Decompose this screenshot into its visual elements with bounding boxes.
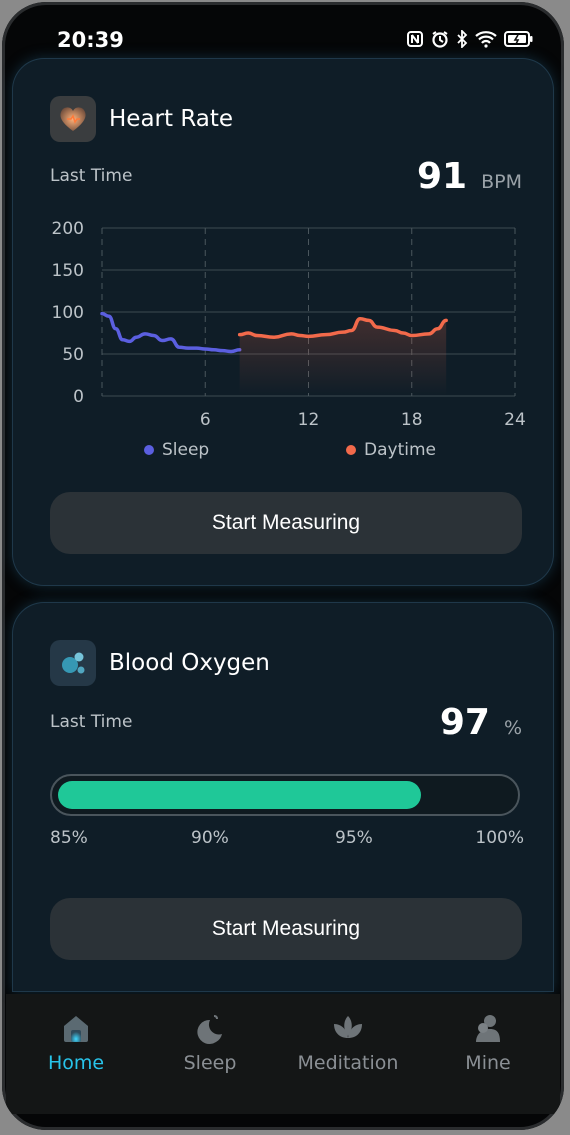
oxygen-value: 97 <box>439 702 490 743</box>
blood-oxygen-icon <box>50 640 96 686</box>
y-tick-label: 150 <box>52 261 84 281</box>
nav-home-label: Home <box>47 1052 105 1074</box>
oxygen-tick-100: 100% <box>475 828 524 848</box>
oxygen-progress-fill <box>58 781 422 809</box>
y-tick-label: 200 <box>52 219 84 239</box>
oxygen-start-measuring-button[interactable]: Start Measuring <box>50 898 522 960</box>
home-icon <box>64 1016 88 1042</box>
nav-home[interactable]: Home <box>16 1012 136 1092</box>
sleep-icon <box>197 1015 222 1044</box>
y-tick-label: 0 <box>73 387 84 407</box>
oxygen-tick-85: 85% <box>50 828 88 848</box>
legend-daytime-label: Daytime <box>364 440 436 460</box>
nav-sleep-label: Sleep <box>183 1052 237 1074</box>
oxygen-tick-95: 95% <box>335 828 373 848</box>
oxygen-tick-90: 90% <box>191 828 229 848</box>
x-tick-label: 18 <box>401 410 423 430</box>
nav-meditation[interactable]: Meditation <box>288 1012 408 1092</box>
legend-daytime: Daytime <box>346 440 436 460</box>
y-tick-label: 50 <box>62 345 84 365</box>
y-tick-label: 100 <box>52 303 84 323</box>
phone-screen: 20:39 Heart Rate Last Time 91 BPM 200 150… <box>2 2 564 1130</box>
x-tick-label: 6 <box>200 410 211 430</box>
blood-oxygen-card: Blood Oxygen Last Time 97 % 85% 90% 95% … <box>12 602 554 992</box>
x-tick-label: 12 <box>298 410 320 430</box>
meditation-lotus-icon <box>334 1016 362 1038</box>
status-bar: 20:39 <box>2 2 564 54</box>
oxygen-scale: 85% 90% 95% 100% <box>50 828 524 850</box>
profile-icon <box>476 1015 500 1042</box>
status-icons <box>406 30 534 48</box>
legend-sleep: Sleep <box>144 440 209 460</box>
heart-rate-card: Heart Rate Last Time 91 BPM 200 150 100 50 0… <box>12 58 554 586</box>
legend-sleep-dot <box>144 445 154 455</box>
bottom-nav: Home Sleep Meditation Mine <box>6 994 560 1114</box>
blood-oxygen-title: Blood Oxygen <box>109 650 270 676</box>
nav-mine-label: Mine <box>465 1052 511 1074</box>
nav-meditation-label: Meditation <box>297 1052 399 1074</box>
alarm-icon <box>432 31 448 48</box>
oxygen-unit: % <box>503 717 522 739</box>
heart-start-measuring-button[interactable]: Start Measuring <box>50 492 522 554</box>
legend-sleep-label: Sleep <box>162 440 210 460</box>
bluetooth-icon <box>457 30 468 48</box>
oxygen-progress-bar <box>50 774 520 816</box>
x-tick-label: 24 <box>504 410 526 430</box>
chart-series <box>100 311 448 396</box>
legend-daytime-dot <box>346 445 356 455</box>
oxygen-last-time-label: Last Time <box>50 712 133 732</box>
chart-y-axis: 200 150 100 50 0 <box>52 219 84 407</box>
sleep-series-line <box>100 311 242 354</box>
status-time: 20:39 <box>57 28 124 52</box>
wifi-icon <box>475 31 497 48</box>
nfc-icon <box>407 31 423 47</box>
battery-icon <box>504 31 533 47</box>
nav-sleep[interactable]: Sleep <box>150 1012 270 1092</box>
heart-rate-chart: 200 150 100 50 0 6 12 18 24 <box>52 219 526 430</box>
nav-mine[interactable]: Mine <box>428 1012 548 1092</box>
chart-x-axis: 6 12 18 24 <box>200 410 526 430</box>
daytime-area <box>239 318 447 396</box>
oxygen-value-group: 97 % <box>440 702 522 743</box>
